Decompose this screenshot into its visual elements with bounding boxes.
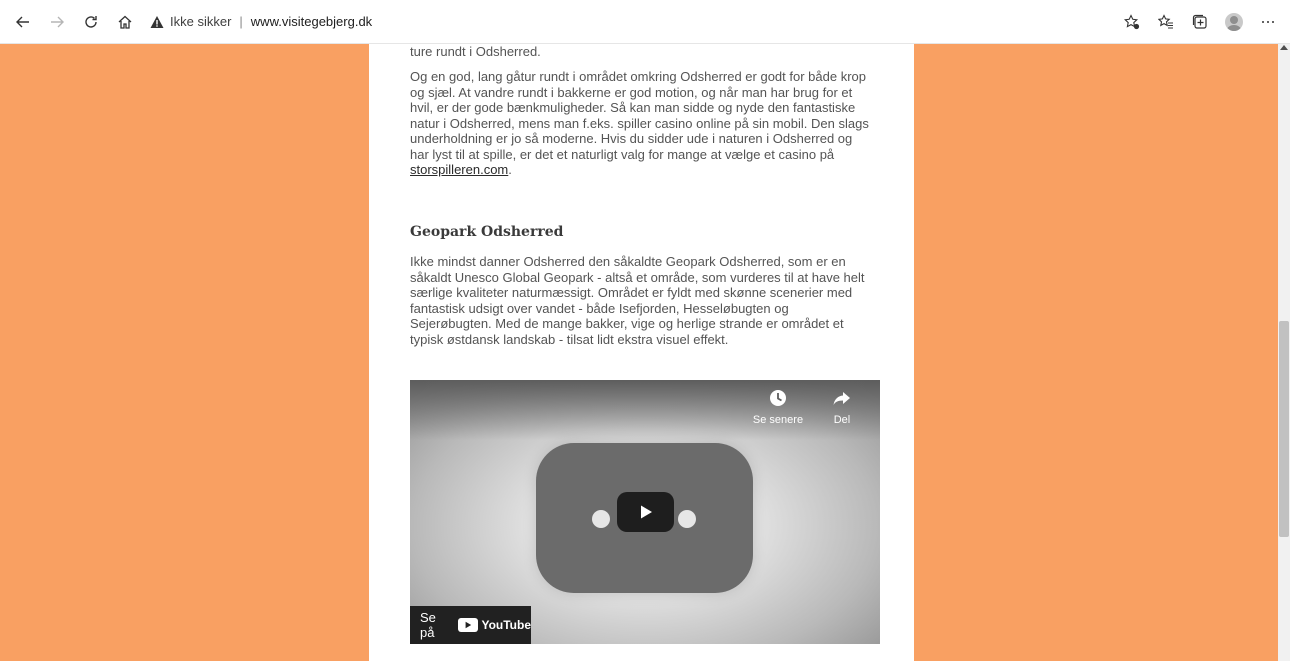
video-top-gradient (410, 380, 880, 440)
paragraph-walking-end: . (508, 162, 512, 177)
play-button[interactable] (617, 492, 674, 532)
profile-button[interactable] (1220, 5, 1248, 39)
clock-icon (770, 390, 786, 406)
paragraph-walking: Og en god, lang gåtur rundt i området om… (410, 69, 870, 178)
security-label: Ikke sikker (170, 14, 232, 29)
paragraph-walking-text: Og en god, lang gåtur rundt i området om… (410, 69, 869, 162)
browser-toolbar: Ikke sikker | www.visitegebjerg.dk (0, 0, 1290, 44)
collections-button[interactable] (1186, 5, 1214, 39)
url-text: www.visitegebjerg.dk (250, 14, 373, 29)
back-button[interactable] (6, 5, 40, 39)
youtube-play-icon (458, 618, 479, 632)
home-icon (118, 15, 132, 29)
article-column: ture rundt i Odsherred. Og en god, lang … (369, 44, 914, 661)
collections-icon (1192, 14, 1207, 29)
watch-later-label: Se senere (752, 414, 804, 426)
watch-on-label: Se på (420, 610, 436, 640)
more-button[interactable] (1254, 5, 1282, 39)
profile-icon (1225, 13, 1243, 31)
scroll-up-arrow-icon[interactable] (1280, 45, 1288, 50)
youtube-embed[interactable]: Se senere Del Se på YouTube (410, 380, 880, 644)
address-separator: | (239, 14, 243, 29)
favorite-add-icon (1124, 14, 1140, 30)
share-label: Del (833, 414, 851, 426)
back-icon (16, 16, 29, 27)
more-icon (1262, 21, 1274, 23)
paragraph-intro-end: ture rundt i Odsherred. (410, 44, 541, 59)
watch-on-youtube-button[interactable]: Se på YouTube (410, 606, 531, 644)
favorites-icon (1158, 14, 1173, 29)
scrollbar-thumb[interactable] (1279, 321, 1289, 537)
thumbnail-dot-left (592, 510, 610, 528)
forward-button[interactable] (40, 5, 74, 39)
section-heading-geopark: Geopark Odsherred (410, 224, 564, 240)
play-icon (640, 505, 652, 519)
share-button[interactable]: Del (822, 388, 862, 426)
paragraph-geopark: Ikke mindst danner Odsherred den såkaldt… (410, 254, 865, 347)
watch-later-button[interactable]: Se senere (750, 388, 806, 426)
favorites-button[interactable] (1152, 5, 1180, 39)
refresh-icon (85, 15, 97, 28)
share-icon (833, 392, 850, 405)
youtube-logo: YouTube (458, 618, 531, 632)
add-favorite-button[interactable] (1118, 5, 1146, 39)
browser-right-tools (1118, 5, 1282, 39)
forward-icon (51, 16, 64, 27)
home-button[interactable] (108, 5, 142, 39)
storspilleren-link[interactable]: storspilleren.com (410, 162, 508, 177)
refresh-button[interactable] (74, 5, 108, 39)
youtube-wordmark: YouTube (481, 618, 531, 632)
warning-icon (150, 15, 164, 28)
thumbnail-dot-right (678, 510, 696, 528)
address-bar[interactable]: Ikke sikker | www.visitegebjerg.dk (150, 7, 372, 37)
